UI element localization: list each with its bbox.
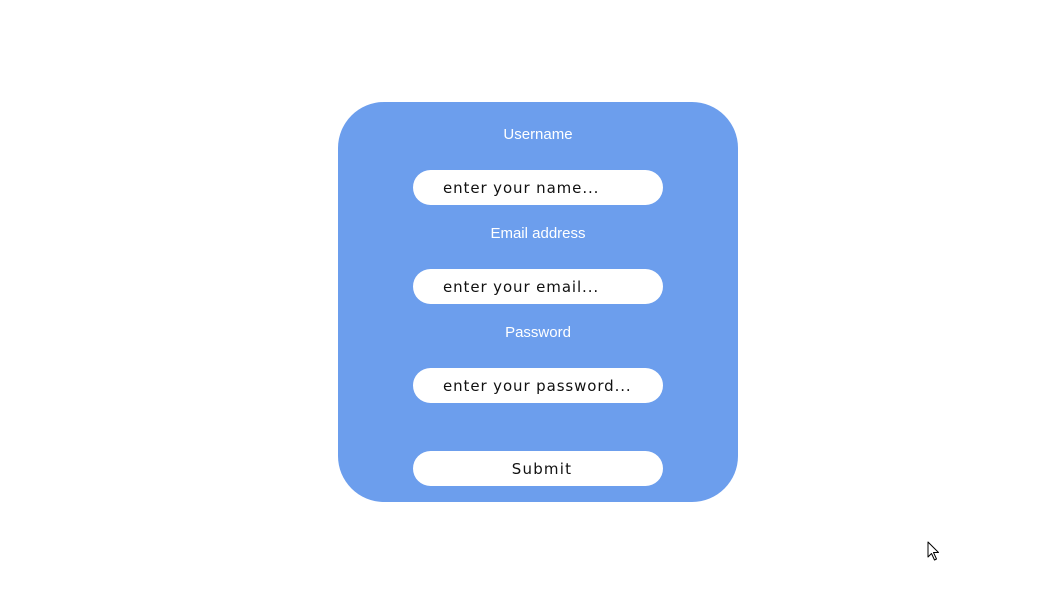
- username-label: Username: [503, 126, 573, 143]
- username-placeholder: enter your name...: [443, 178, 600, 197]
- email-placeholder: enter your email...: [443, 277, 600, 296]
- email-input[interactable]: enter your email...: [413, 269, 663, 304]
- password-placeholder: enter your password...: [443, 376, 632, 395]
- login-form-card: Username enter your name... Email addres…: [338, 102, 738, 502]
- username-input[interactable]: enter your name...: [413, 170, 663, 205]
- password-label: Password: [505, 324, 571, 341]
- submit-button[interactable]: Submit: [413, 451, 663, 486]
- password-input[interactable]: enter your password...: [413, 368, 663, 403]
- submit-label: Submit: [511, 459, 573, 478]
- mouse-pointer-icon: [927, 541, 939, 561]
- email-label: Email address: [490, 225, 586, 242]
